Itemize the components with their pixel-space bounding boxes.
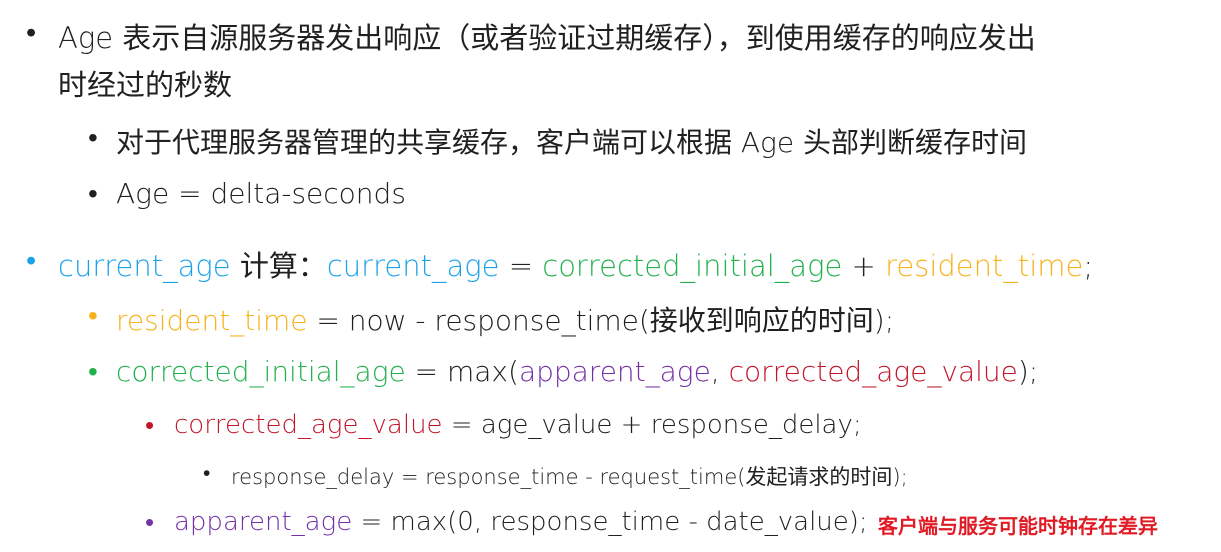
- current-age-term: current_age: [58, 249, 231, 283]
- bullet-dot: •: [145, 411, 155, 441]
- corrected-initial-age-term: corrected_initial_age: [116, 355, 406, 388]
- max-close: );: [1017, 355, 1039, 388]
- equals-sign: =: [499, 249, 543, 283]
- max-open: = max(: [405, 355, 519, 388]
- current-age-formula: current_age 计算：current_age = corrected_i…: [58, 243, 1093, 285]
- corrected-age-value-rest: = age_value + response_delay;: [442, 410, 862, 440]
- bullet-dot: •: [145, 508, 155, 538]
- shared-cache-text: 对于代理服务器管理的共享缓存，客户端可以根据 Age 头部判断缓存时间: [116, 126, 1027, 159]
- bullet-dot: •: [88, 299, 98, 332]
- response-delay-formula: response_delay = response_time - request…: [231, 465, 908, 489]
- corrected-initial-age-formula: corrected_initial_age = max(apparent_age…: [116, 355, 1038, 388]
- resident-time-formula: resident_time = now - response_time(接收到响…: [116, 299, 894, 339]
- resident-time-rest: = now - response_time(接收到响应的时间);: [307, 304, 895, 337]
- corrected-age-value-term: corrected_age_value: [174, 410, 443, 440]
- current-age-lhs: current_age: [326, 249, 500, 283]
- clock-skew-note: 客户端与服务可能时钟存在差异: [878, 514, 1158, 538]
- corrected-age-value-ref: corrected_age_value: [728, 355, 1018, 388]
- bullet-dot: •: [203, 461, 211, 485]
- bullet-dot: •: [26, 243, 37, 277]
- age-formula: Age = delta-seconds: [116, 177, 406, 210]
- comma: ,: [710, 355, 729, 388]
- calc-label: 计算：: [230, 249, 327, 283]
- plus-sign: +: [842, 249, 886, 283]
- age-intro-line2: 时经过的秒数: [58, 68, 233, 102]
- apparent-age-formula: apparent_age = max(0, response_time - da…: [174, 507, 868, 537]
- corrected-age-value-formula: corrected_age_value = age_value + respon…: [174, 410, 862, 440]
- bullet-dot: •: [26, 15, 37, 49]
- resident-time-term: resident_time: [116, 304, 308, 337]
- apparent-age-term: apparent_age: [174, 507, 353, 537]
- bullet-dot: •: [88, 177, 98, 210]
- bullet-dot: •: [88, 355, 98, 388]
- corrected-initial-age-ref: corrected_initial_age: [542, 249, 843, 283]
- apparent-age-ref: apparent_age: [518, 355, 711, 388]
- age-intro-line1: Age 表示自源服务器发出响应（或者验证过期缓存），到使用缓存的响应发出: [58, 21, 1036, 55]
- apparent-age-rest: = max(0, response_time - date_value);: [352, 507, 868, 537]
- resident-time-ref: resident_time: [885, 249, 1084, 283]
- semicolon: ;: [1083, 249, 1094, 283]
- bullet-dot: •: [88, 121, 98, 154]
